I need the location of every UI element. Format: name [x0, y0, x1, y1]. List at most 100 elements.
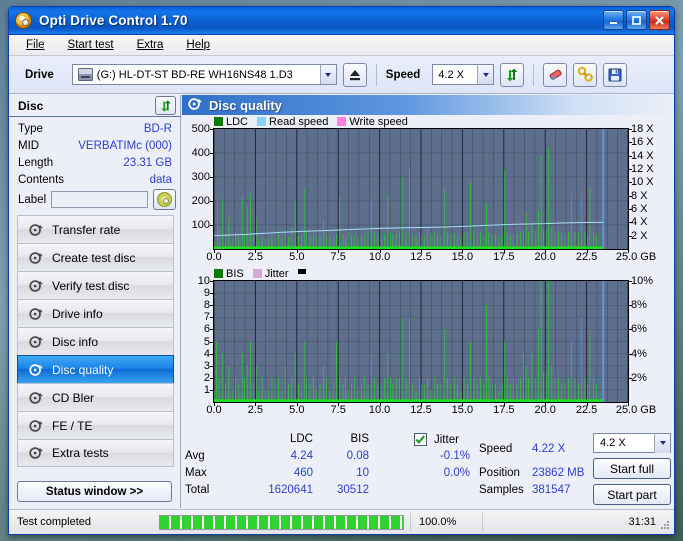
menu-help[interactable]: Help: [183, 37, 213, 53]
y2-axis-tick: [628, 377, 632, 379]
sidebar-item-label: Drive info: [52, 306, 103, 321]
status-window-button[interactable]: Status window >>: [17, 481, 172, 502]
menu-file-label: File: [26, 39, 45, 51]
disc-icon: [29, 251, 43, 265]
chevron-down-icon[interactable]: [319, 65, 336, 84]
disc-info-list: Type BD-R MID VERBATIMc (000) Length 23.…: [9, 117, 180, 211]
chevron-down-icon[interactable]: [477, 65, 494, 84]
disc-row-value: 23.31 GB: [123, 156, 172, 169]
x-axis-tick-label: 25.0 GB: [615, 251, 657, 263]
sidebar-item-label: FE / TE: [52, 418, 93, 433]
sidebar-item-transfer-rate[interactable]: Transfer rate: [17, 215, 174, 243]
sidebar-item-create-test-disc[interactable]: Create test disc: [17, 243, 174, 271]
legend-item-bis: BIS: [214, 268, 244, 280]
refresh-button[interactable]: [500, 62, 525, 87]
x-axis-tick: [255, 402, 257, 406]
disc-section-header: Disc: [9, 95, 180, 117]
sidebar-item-cd-bler[interactable]: CD Bler: [17, 383, 174, 411]
chevron-down-icon[interactable]: [654, 433, 670, 453]
eject-button[interactable]: [342, 62, 367, 87]
resize-grip[interactable]: [659, 519, 671, 531]
start-part-button[interactable]: Start part: [593, 484, 671, 505]
y-axis-tick: [210, 225, 214, 226]
y2-axis-tick: [628, 129, 632, 130]
start-part-label: Start part: [607, 487, 657, 502]
sidebar-item-drive-info[interactable]: Drive info: [17, 299, 174, 327]
window-title: Opti Drive Control 1.70: [39, 13, 188, 28]
y2-axis-tick: [628, 305, 632, 307]
legend-item-ldc: LDC: [214, 116, 248, 128]
close-button[interactable]: [649, 10, 670, 30]
maximize-button[interactable]: [626, 10, 647, 30]
y2-axis-tick: [628, 329, 632, 331]
stats-bis-max: 10: [356, 467, 369, 479]
test-speed-select[interactable]: 4.2 X: [593, 433, 671, 453]
samples-label: Samples: [479, 484, 524, 496]
legend-label: BIS: [226, 267, 244, 280]
save-button[interactable]: [603, 62, 628, 87]
progress-bar: [159, 514, 404, 530]
speed-label: Speed: [385, 68, 421, 81]
sidebar-item-fe-te[interactable]: FE / TE: [17, 411, 174, 439]
x-axis-tick: [379, 249, 381, 253]
disc-section-title: Disc: [18, 98, 44, 113]
sidebar-item-verify-test-disc[interactable]: Verify test disc: [17, 271, 174, 299]
y-axis-tick: [210, 281, 214, 282]
x-axis-tick: [296, 249, 298, 253]
x-axis-tick: [421, 249, 422, 253]
x-axis-tick: [545, 402, 547, 406]
tools-button[interactable]: [573, 62, 598, 87]
x-axis-tick: [338, 249, 340, 253]
y-axis-tick: [210, 353, 214, 355]
stats-panel: LDC BIS Avg Max Total 4.24 460 1620641 0…: [182, 430, 674, 508]
y2-axis-tick: [628, 208, 632, 210]
legend-item-extra: [297, 268, 306, 279]
disc-label-input[interactable]: [51, 191, 148, 208]
disc-row-value: VERBATIMc (000): [78, 139, 172, 152]
y2-axis-tick: [628, 182, 632, 184]
x-axis-tick: [628, 402, 629, 406]
legend-swatch: [214, 117, 223, 126]
legend-label: Jitter: [264, 267, 289, 280]
sidebar-item-disc-info[interactable]: Disc info: [17, 327, 174, 355]
chart-ldc-plot: 100 200 300 400 500 2 X4 X6 X8 X 10 X 12 X 14 X1…: [192, 123, 657, 263]
disc-label-apply-button[interactable]: [153, 189, 176, 210]
x-axis-tick: [255, 249, 257, 253]
menu-extra[interactable]: Extra: [134, 37, 167, 53]
toolbar-divider: [533, 63, 535, 86]
x-axis-tick: [503, 249, 505, 253]
disc-row-value: data: [149, 173, 172, 186]
speed-select[interactable]: 4.2 X: [432, 64, 495, 85]
menu-start-test[interactable]: Start test: [65, 37, 117, 53]
x-axis-tick: [214, 402, 215, 406]
progress-fill: [160, 515, 403, 529]
sidebar-item-extra-tests[interactable]: Extra tests: [17, 439, 174, 467]
sidebar-item-disc-quality[interactable]: Disc quality: [17, 355, 174, 383]
app-window: Opti Drive Control 1.70 File Start test …: [8, 6, 675, 535]
test-speed-value: 4.2 X: [600, 437, 626, 449]
disc-icon: [29, 279, 43, 293]
y2-axis-tick: [628, 195, 632, 197]
drive-select[interactable]: (G:) HL-DT-ST BD-RE WH16NS48 1.D3: [71, 64, 337, 85]
page-title: Disc quality: [209, 97, 282, 113]
y-axis-tick: [210, 201, 214, 202]
disc-refresh-button[interactable]: [155, 96, 176, 115]
erase-button[interactable]: [543, 62, 568, 87]
y2-axis-tick: [628, 222, 632, 224]
position-label: Position: [479, 467, 520, 479]
y-axis-tick: [210, 377, 214, 379]
minimize-button[interactable]: [603, 10, 624, 30]
start-full-button[interactable]: Start full: [593, 458, 671, 479]
status-bar: Test completed 100.0% 31:31: [9, 509, 674, 534]
disc-row-key: MID: [18, 139, 40, 152]
jitter-checkbox[interactable]: [414, 433, 427, 446]
sidebar-item-label: Verify test disc: [52, 278, 130, 293]
y2-axis-tick: [628, 142, 632, 144]
sidebar: Disc Type BD-R MID VERBATIMc (000) Lengt…: [9, 95, 181, 508]
chart-bis-plot: 1 2 3 4 5 6 7 8 9 10 2% 4% 6% 8% 10% 0.0 2.5 5.0 7.5 10.0 12…: [198, 275, 656, 416]
menu-file[interactable]: File: [23, 37, 48, 53]
title-bar: Opti Drive Control 1.70: [9, 7, 674, 35]
y-axis-tick: [210, 177, 214, 178]
drive-label: Drive: [25, 68, 54, 81]
x-axis-tick: [462, 249, 464, 253]
